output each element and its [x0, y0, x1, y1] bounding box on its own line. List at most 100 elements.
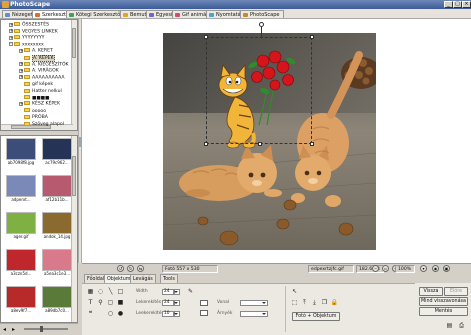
zoom-out-icon[interactable]: − [372, 265, 379, 272]
tree-item[interactable]: ooooo [19, 108, 46, 114]
flip-icon[interactable]: ⇆ [137, 265, 144, 272]
open-icon[interactable]: ▤ [445, 321, 454, 330]
tree-item[interactable]: PRÓBA [19, 114, 48, 120]
rounded-rect-icon[interactable]: ▢ [106, 298, 115, 307]
resize-handle-br[interactable] [310, 142, 314, 146]
zoom-dropdown-icon[interactable]: ▾ [420, 265, 427, 272]
tree-expander-icon[interactable]: + [9, 29, 13, 34]
width-stepper[interactable] [174, 289, 180, 295]
thumbnail-item[interactable]: a8ev9f7... [6, 286, 36, 314]
tree-item[interactable]: gif képek [19, 81, 53, 87]
thumbnail-size-handle[interactable] [40, 326, 43, 332]
tree-item[interactable]: + A. VIRÁGOK [19, 68, 59, 74]
thumbnail-item[interactable]: af12b11b... [42, 175, 72, 203]
text-icon[interactable]: T [86, 298, 95, 307]
thumbnail-item[interactable]: ac79c962... [42, 138, 72, 166]
thumbnail-item[interactable]: ab7098f8.jpg [6, 138, 36, 166]
color-swatch[interactable] [200, 300, 208, 306]
select-icon[interactable]: ⬚ [290, 298, 299, 307]
rounding-stepper[interactable] [174, 300, 180, 306]
tab-tools[interactable]: Tools [160, 274, 178, 283]
resize-handle-bottom[interactable] [258, 142, 262, 146]
thumbnail-item[interactable]: a89db7c0... [42, 286, 72, 314]
prev-icon[interactable]: ◂ [3, 326, 6, 333]
pointer-icon[interactable]: ↖ [290, 287, 299, 296]
bring-forward-icon[interactable]: ⤒ [300, 298, 309, 307]
tree-item[interactable]: + A. KERET [19, 48, 53, 54]
editor-canvas[interactable] [82, 19, 471, 263]
tab-crop[interactable]: Levágás [130, 274, 156, 283]
tree-scroll-thumb[interactable] [72, 28, 76, 58]
print-icon[interactable]: ⎙ [457, 321, 466, 330]
redo-button[interactable]: Előre [444, 287, 468, 296]
undo-button[interactable]: Vissza [419, 287, 443, 296]
tree-expander-icon[interactable]: + [19, 48, 23, 53]
tab-2[interactable]: Kötegi Szerkesztő [66, 10, 125, 18]
next-icon[interactable]: ▸ [12, 326, 15, 333]
tree-vertical-scrollbar[interactable] [71, 20, 77, 130]
thickness-stepper[interactable] [174, 311, 180, 317]
thumbnail-item[interactable]: ager.gif [6, 212, 36, 240]
save-button[interactable]: Mentés [419, 307, 468, 316]
photo-object-button[interactable]: Fotó + Objektum [292, 312, 340, 321]
shadow-dropdown[interactable] [240, 311, 268, 317]
tree-expander-icon[interactable]: + [19, 75, 23, 80]
rect-icon[interactable]: □ [116, 287, 125, 296]
line-icon[interactable]: ╲ [106, 287, 115, 296]
thumbnail-item[interactable]: a3czn5d... [6, 249, 36, 277]
square-icon[interactable]: ■ [116, 298, 125, 307]
thumbnail-grid[interactable]: ab7098f8.jpg ac79c962... adperxt... af12b11… [0, 135, 78, 323]
tree-item[interactable]: Hatter nelkul [19, 88, 62, 94]
view-icon[interactable]: ◉ [432, 265, 439, 272]
tree-item[interactable]: A. KÉPEK [19, 55, 55, 62]
send-back-icon[interactable]: ⤓ [310, 298, 319, 307]
balloon-icon[interactable]: ◌ [96, 287, 105, 296]
thumbnail-scroll-thumb[interactable] [72, 156, 76, 196]
thumbnail-item[interactable]: andok_14.jpg [42, 212, 72, 240]
close-button[interactable]: × [462, 1, 471, 8]
maximize-button[interactable]: □ [453, 1, 462, 8]
minimize-button[interactable]: _ [444, 1, 453, 8]
tree-item[interactable]: + ÖSSZESTÉS [9, 22, 49, 28]
circle-icon[interactable]: ○ [106, 309, 115, 318]
duplicate-icon[interactable]: ❐ [320, 298, 329, 307]
tree-expander-icon[interactable]: + [9, 22, 13, 27]
tree-expander-icon[interactable]: + [9, 35, 13, 40]
resize-handle-bl[interactable] [204, 142, 208, 146]
folder-tree[interactable]: + ÖSSZESTÉS + VEGYES LINKEK + YYYYYYYY - xxxxxx… [0, 19, 78, 131]
fullscreen-icon[interactable]: ▣ [443, 265, 450, 272]
thumbnail-size-slider[interactable] [24, 328, 68, 330]
thumbnail-item[interactable]: adperxt... [6, 175, 36, 203]
rotate-right-icon[interactable]: ↻ [127, 265, 134, 272]
tree-item[interactable]: + A. KIEGÉSZÍTŐK [19, 61, 69, 68]
rotate-left-icon[interactable]: ↺ [117, 265, 124, 272]
object-selection-box[interactable] [204, 35, 314, 146]
line-style-dropdown[interactable] [240, 300, 268, 306]
filled-circle-icon[interactable]: ● [116, 309, 125, 318]
tree-item[interactable]: + YYYYYYYY [9, 35, 44, 41]
photo-icon[interactable]: ▦ [86, 287, 95, 296]
width-input[interactable]: 24 [162, 289, 174, 295]
tree-expander-icon[interactable]: + [19, 62, 23, 67]
resize-handle-tr[interactable] [310, 35, 314, 39]
tree-expander-icon[interactable]: + [19, 101, 23, 106]
eyedropper-icon[interactable]: ⚲ [96, 298, 105, 307]
tree-item[interactable]: + KÉSZ KÉPEK [19, 101, 60, 107]
tab-7[interactable]: PhotoScape [240, 10, 284, 18]
tree-expander-icon[interactable]: + [19, 68, 23, 73]
resize-handle-tl[interactable] [204, 35, 208, 39]
tree-item[interactable]: ■■■■ [19, 95, 49, 101]
rounding-input[interactable]: 24 [162, 300, 174, 306]
lock-icon[interactable]: 🔒 [330, 298, 339, 307]
tree-item[interactable]: + AAAAAAAAAA [19, 74, 65, 81]
color-swatch-2[interactable] [200, 310, 208, 316]
tree-expander-icon[interactable]: - [9, 42, 13, 47]
tree-item[interactable]: + VEGYES LINKEK [9, 28, 58, 35]
undo-all-button[interactable]: Mind visszavonása [419, 297, 468, 306]
pen-icon[interactable]: ✎ [186, 287, 195, 296]
quote-icon[interactable]: ❝ [86, 309, 95, 318]
zoom-level[interactable]: 100% [395, 265, 415, 273]
fit-icon[interactable]: ▫ [382, 265, 389, 272]
thumbnail-item[interactable]: a5ea3c1e3... [42, 249, 72, 277]
tree-item[interactable]: - xxxxxxxx [9, 41, 44, 48]
